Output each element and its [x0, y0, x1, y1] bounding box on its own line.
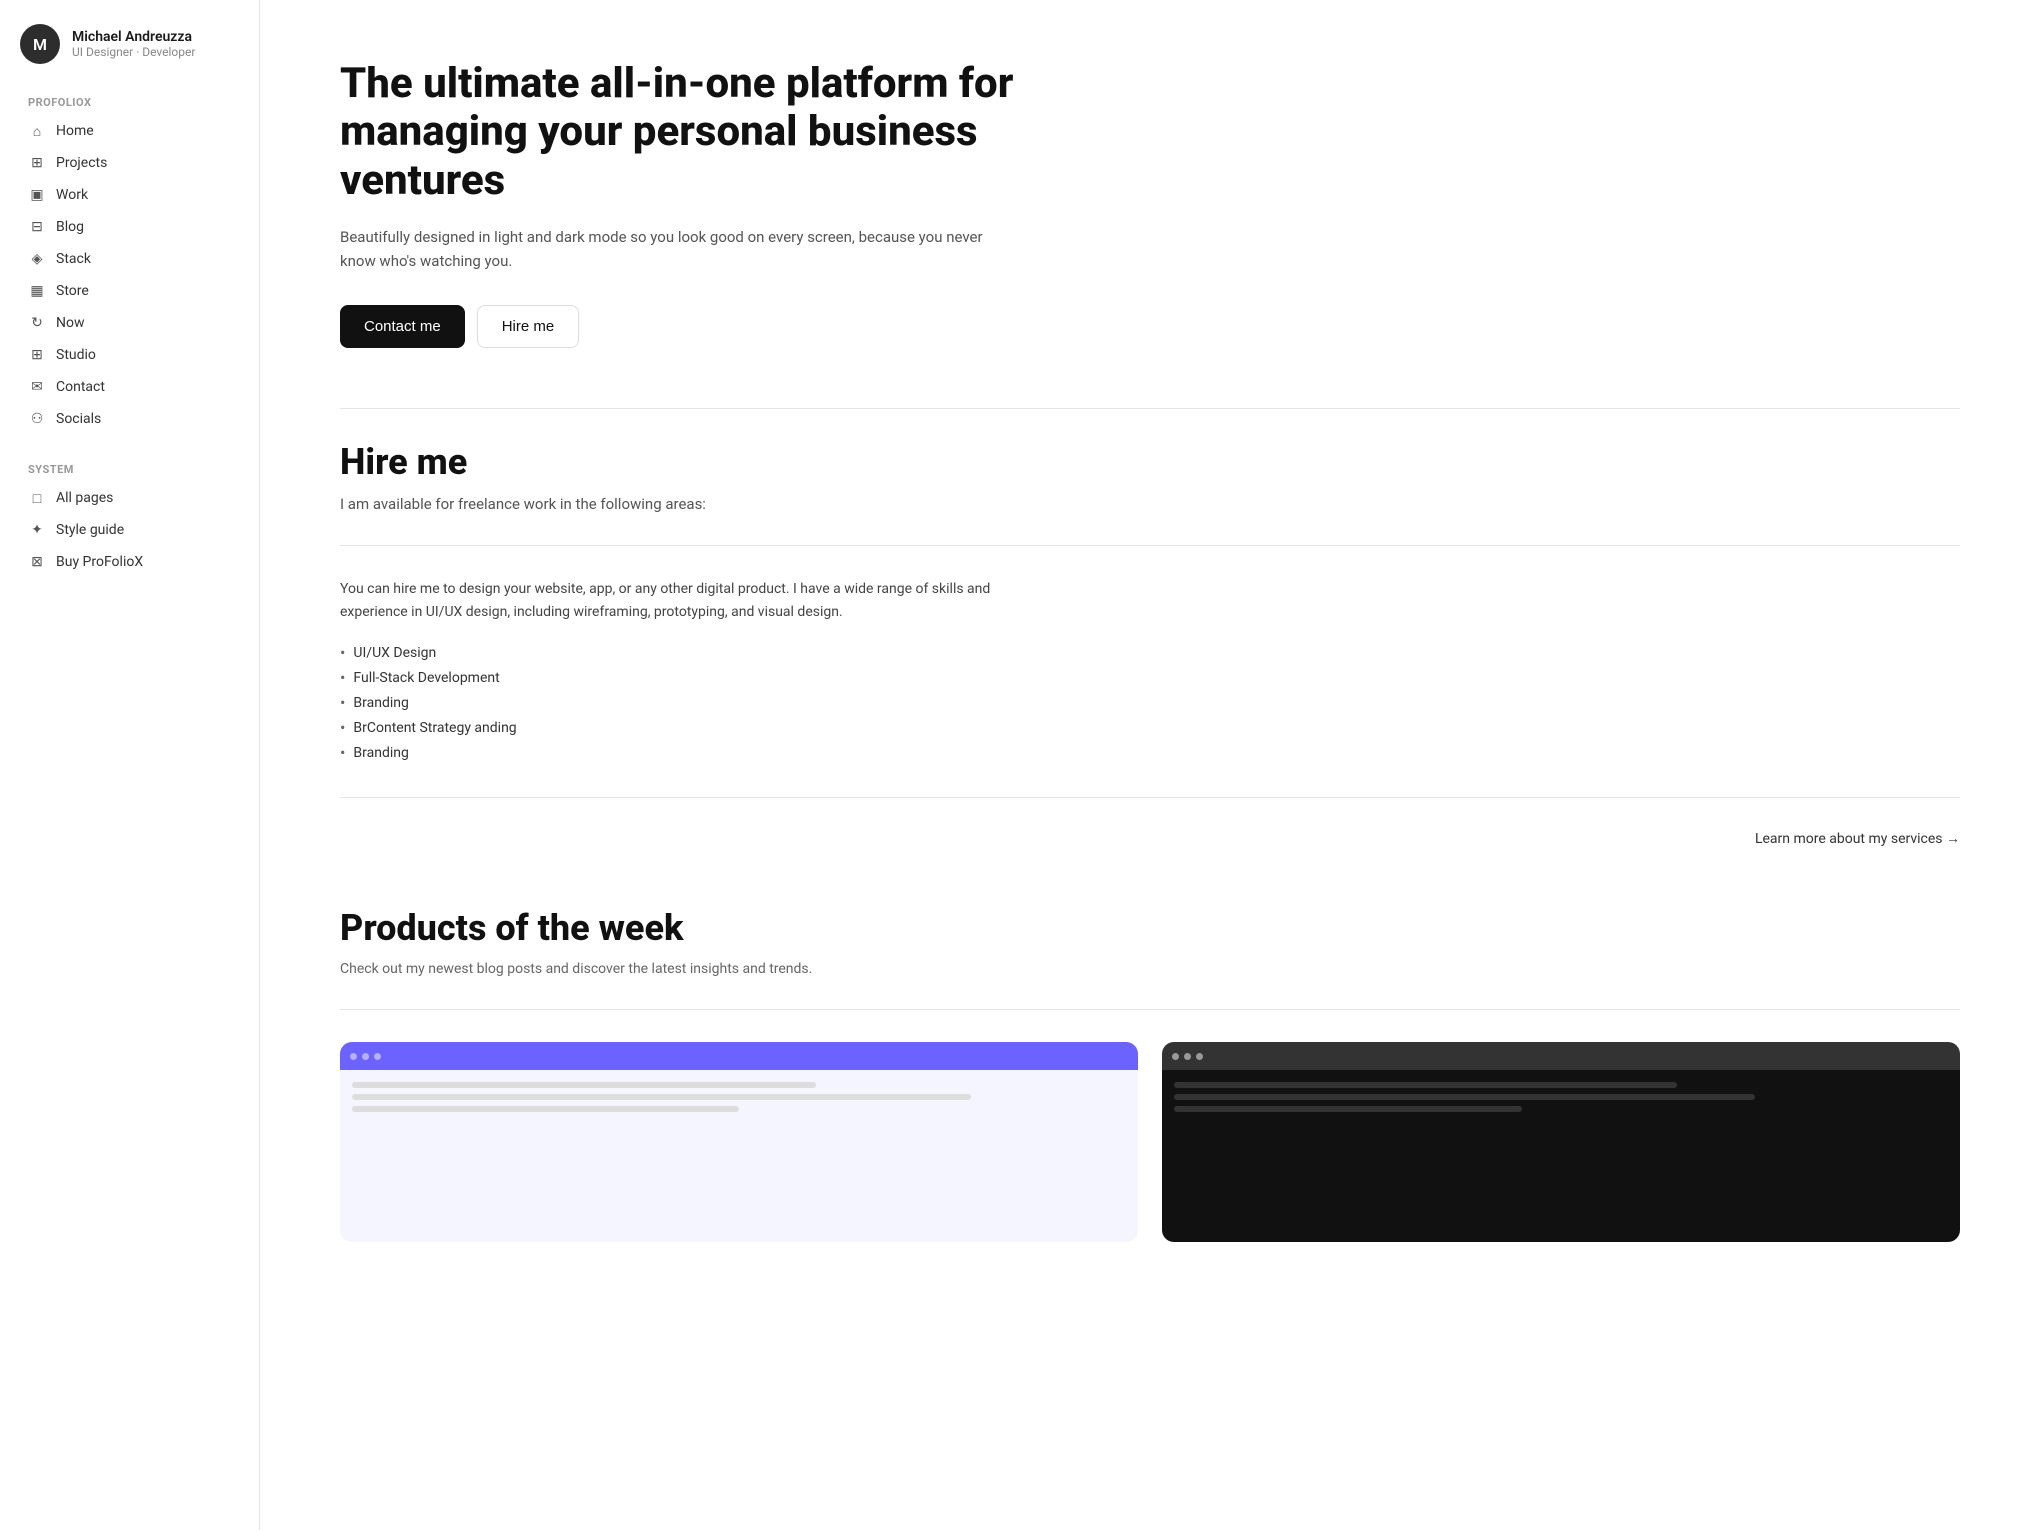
brand-label: PROFOLIOX	[20, 96, 239, 109]
sidebar: M Michael Andreuzza UI Designer · Develo…	[0, 0, 260, 1530]
product-card-dark[interactable]	[1162, 1042, 1960, 1242]
dot-1	[1172, 1053, 1179, 1060]
card-line	[1174, 1106, 1522, 1112]
buy-icon: ⊠	[28, 553, 46, 571]
now-icon: ↻	[28, 314, 46, 332]
products-section: Products of the week Check out my newest…	[340, 907, 1960, 1242]
sidebar-item-projects[interactable]: ⊞ Projects	[20, 147, 239, 179]
sidebar-item-style-guide-label: Style guide	[56, 522, 124, 538]
sidebar-item-buy-profoliox-label: Buy ProFolioX	[56, 554, 143, 570]
hire-section: Hire me I am available for freelance wor…	[340, 441, 1960, 847]
card-line	[352, 1094, 971, 1100]
card-line	[352, 1082, 816, 1088]
sidebar-item-buy-profoliox[interactable]: ⊠ Buy ProFolioX	[20, 546, 239, 578]
products-grid	[340, 1042, 1960, 1242]
hero-section: The ultimate all-in-one platform for man…	[340, 60, 1960, 348]
card-line	[1174, 1082, 1677, 1088]
sidebar-item-blog-label: Blog	[56, 219, 84, 235]
list-item: BrContent Strategy anding	[340, 715, 1960, 740]
profile-info: Michael Andreuzza UI Designer · Develope…	[72, 29, 195, 59]
work-icon: ▣	[28, 186, 46, 204]
card-inner-light	[340, 1042, 1138, 1242]
main-content: The ultimate all-in-one platform for man…	[260, 0, 2040, 1530]
products-subtitle: Check out my newest blog posts and disco…	[340, 961, 1960, 977]
sidebar-item-work[interactable]: ▣ Work	[20, 179, 239, 211]
pages-icon: □	[28, 489, 46, 507]
profile: M Michael Andreuzza UI Designer · Develo…	[20, 24, 239, 64]
sidebar-item-now[interactable]: ↻ Now	[20, 307, 239, 339]
card-line	[1174, 1094, 1755, 1100]
stack-icon: ◈	[28, 250, 46, 268]
sidebar-item-store[interactable]: ▦ Store	[20, 275, 239, 307]
contact-icon: ✉	[28, 378, 46, 396]
products-divider	[340, 1009, 1960, 1010]
hero-subtitle: Beautifully designed in light and dark m…	[340, 225, 1020, 273]
hire-title: Hire me	[340, 441, 1960, 483]
contact-me-button[interactable]: Contact me	[340, 305, 465, 348]
hero-title: The ultimate all-in-one platform for man…	[340, 60, 1040, 205]
hire-me-button[interactable]: Hire me	[477, 305, 580, 348]
sidebar-item-stack[interactable]: ◈ Stack	[20, 243, 239, 275]
socials-icon: ⚇	[28, 410, 46, 428]
sidebar-item-work-label: Work	[56, 187, 88, 203]
style-icon: ✦	[28, 521, 46, 539]
dot-2	[362, 1053, 369, 1060]
system-label: SYSTEM	[20, 463, 239, 476]
sidebar-item-studio-label: Studio	[56, 347, 96, 363]
sidebar-item-all-pages-label: All pages	[56, 490, 113, 506]
sidebar-item-all-pages[interactable]: □ All pages	[20, 482, 239, 514]
product-card-light[interactable]	[340, 1042, 1138, 1242]
sidebar-item-blog[interactable]: ⊟ Blog	[20, 211, 239, 243]
hire-subtitle: I am available for freelance work in the…	[340, 495, 1960, 513]
dot-3	[374, 1053, 381, 1060]
list-item: UI/UX Design	[340, 640, 1960, 665]
profile-role: UI Designer · Developer	[72, 45, 195, 59]
card-line	[352, 1106, 739, 1112]
dot-3	[1196, 1053, 1203, 1060]
learn-more-link[interactable]: Learn more about my services →	[340, 830, 1960, 847]
dot-1	[350, 1053, 357, 1060]
sidebar-item-home[interactable]: ⌂ Home	[20, 115, 239, 147]
services-list: UI/UX Design Full-Stack Development Bran…	[340, 640, 1960, 765]
list-item: Branding	[340, 740, 1960, 765]
card-header-dark	[1162, 1042, 1960, 1070]
hire-divider-top	[340, 545, 1960, 546]
sidebar-item-studio[interactable]: ⊞ Studio	[20, 339, 239, 371]
sidebar-item-store-label: Store	[56, 283, 89, 299]
sidebar-item-contact[interactable]: ✉ Contact	[20, 371, 239, 403]
sidebar-item-home-label: Home	[56, 123, 94, 139]
profile-name: Michael Andreuzza	[72, 29, 195, 45]
card-body-light	[340, 1070, 1138, 1242]
sidebar-item-socials-label: Socials	[56, 411, 101, 427]
system-section: SYSTEM □ All pages ✦ Style guide ⊠ Buy P…	[20, 459, 239, 578]
card-body-dark	[1162, 1070, 1960, 1242]
sidebar-item-now-label: Now	[56, 315, 85, 331]
sidebar-item-style-guide[interactable]: ✦ Style guide	[20, 514, 239, 546]
list-item: Full-Stack Development	[340, 665, 1960, 690]
avatar: M	[20, 24, 60, 64]
home-icon: ⌂	[28, 122, 46, 140]
sidebar-item-contact-label: Contact	[56, 379, 105, 395]
hire-divider-bottom	[340, 797, 1960, 798]
list-item: Branding	[340, 690, 1960, 715]
card-inner-dark	[1162, 1042, 1960, 1242]
store-icon: ▦	[28, 282, 46, 300]
sidebar-item-projects-label: Projects	[56, 155, 107, 171]
hire-description: You can hire me to design your website, …	[340, 578, 1020, 624]
products-title: Products of the week	[340, 907, 1960, 949]
projects-icon: ⊞	[28, 154, 46, 172]
sidebar-item-stack-label: Stack	[56, 251, 91, 267]
dot-2	[1184, 1053, 1191, 1060]
blog-icon: ⊟	[28, 218, 46, 236]
hero-divider	[340, 408, 1960, 409]
studio-icon: ⊞	[28, 346, 46, 364]
nav-section-main: PROFOLIOX ⌂ Home ⊞ Projects ▣ Work ⊟ Blo…	[20, 92, 239, 435]
sidebar-item-socials[interactable]: ⚇ Socials	[20, 403, 239, 435]
hero-cta-group: Contact me Hire me	[340, 305, 1960, 348]
card-header-light	[340, 1042, 1138, 1070]
